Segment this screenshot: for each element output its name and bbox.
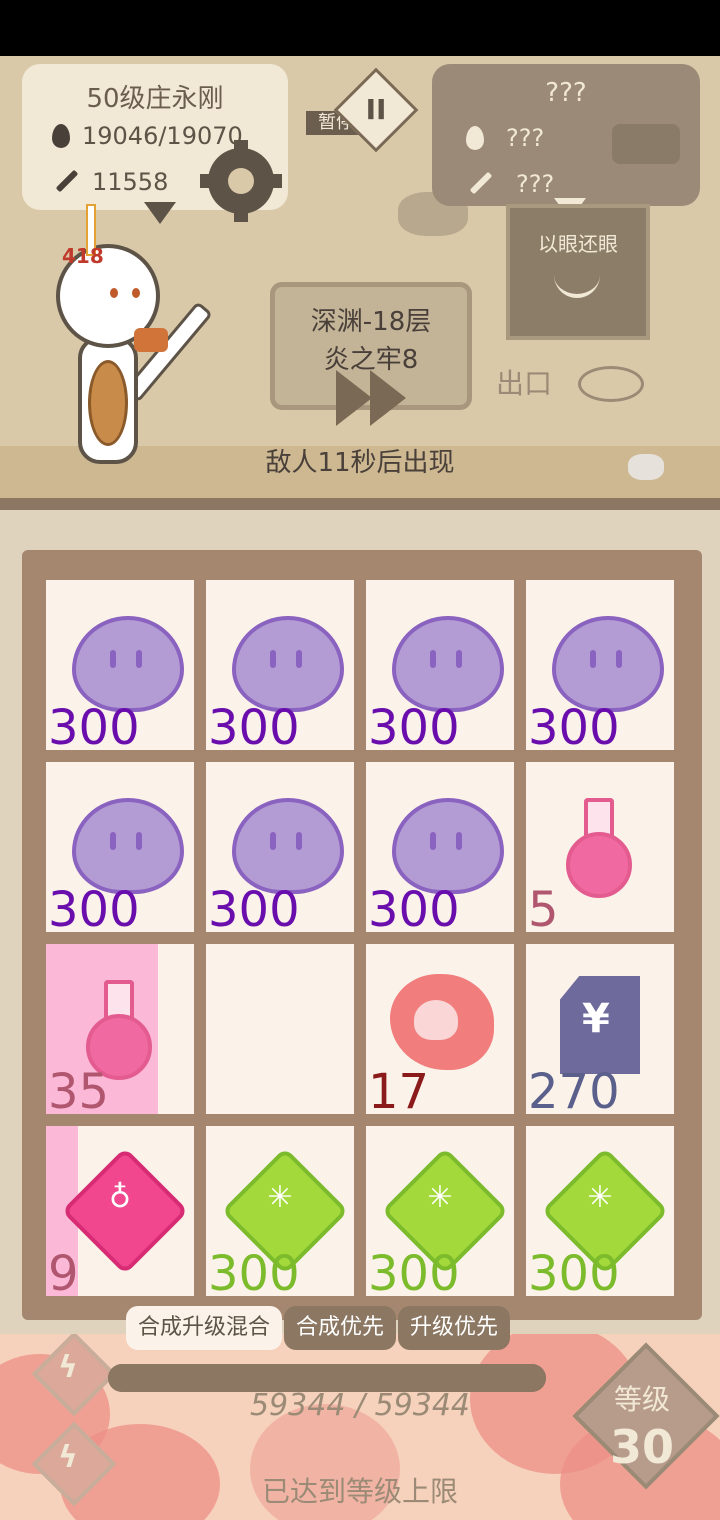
mode-tab-1[interactable]: 合成优先	[284, 1306, 397, 1350]
grid-cell[interactable]: 300	[206, 762, 354, 932]
grid-cell[interactable]: 300	[46, 580, 194, 750]
cell-value: 300	[368, 882, 460, 932]
cell-value: 300	[528, 700, 620, 750]
cell-value: 35	[48, 1064, 110, 1114]
mode-tab-2[interactable]: 升级优先	[398, 1306, 511, 1350]
grid-cell[interactable]: 300	[366, 580, 514, 750]
grid-cell[interactable]	[206, 944, 354, 1114]
slime-icon	[72, 798, 184, 894]
grid-cell[interactable]: ✳ 300	[206, 1126, 354, 1296]
slime-icon	[72, 616, 184, 712]
cell-value: 270	[528, 1064, 620, 1114]
level-panel: ϟ ϟ 59344 / 59344 等级 30 已达到等级上限	[0, 1334, 720, 1520]
fast-forward-icon	[336, 370, 372, 426]
enemy-title: ???	[545, 78, 587, 108]
grid-cell[interactable]: ✳ 300	[366, 1126, 514, 1296]
slime-icon	[232, 798, 344, 894]
mode-tabs: 合成升级混合 合成优先 升级优先	[126, 1306, 511, 1350]
enemy-portrait-slot	[612, 124, 680, 164]
cell-value: 300	[48, 882, 140, 932]
cell-value: 300	[208, 882, 300, 932]
eye-for-eye-poster[interactable]: 以眼还眼	[506, 204, 650, 340]
blood-drop-icon	[466, 126, 484, 150]
grid-cell[interactable]: 300	[46, 762, 194, 932]
cell-value: 300	[528, 1246, 620, 1296]
level-value: 30	[609, 1420, 674, 1474]
grid-cell[interactable]: ¥270	[526, 944, 674, 1114]
level-label: 等级	[613, 1383, 670, 1416]
enemy-attack: ???	[516, 170, 555, 198]
grid-cell[interactable]: 35	[46, 944, 194, 1114]
cell-value: 17	[368, 1064, 430, 1114]
grid-cell[interactable]: ✳ 300	[526, 1126, 674, 1296]
hero-hp-number: 418	[62, 244, 104, 268]
battle-scene: 50级庄永刚 19046/19070 11558 暂停 II ??? ??? ?…	[0, 56, 720, 508]
cell-value: 300	[48, 700, 140, 750]
grid-cell[interactable]: 17	[366, 944, 514, 1114]
grid-cell[interactable]: 300	[366, 762, 514, 932]
gear-icon[interactable]	[200, 140, 282, 222]
player-hp-row: 19046/19070	[52, 122, 243, 150]
slime-icon	[392, 616, 504, 712]
grid-cell[interactable]: 300	[206, 580, 354, 750]
fast-forward-button[interactable]	[330, 370, 420, 430]
slime-icon	[232, 616, 344, 712]
exit-label: 出口	[496, 367, 553, 400]
floor-level: 深渊-18层	[310, 307, 432, 337]
merge-grid: 300 300 300 300 300 300 300 5 35 17 ¥270 ♁ 9 ✳ 300 ✳ 300…	[22, 550, 702, 1320]
cell-value: 9	[48, 1246, 79, 1296]
enemy-hp: ???	[506, 124, 545, 152]
closed-eye-icon	[554, 272, 600, 298]
player-attack-row: 11558	[52, 168, 168, 196]
sword-icon	[466, 170, 494, 198]
grid-cell[interactable]: 5	[526, 762, 674, 932]
cell-value: 300	[208, 1246, 300, 1296]
enemy-hp-row: ???	[466, 124, 544, 152]
slime-icon	[392, 798, 504, 894]
mode-tab-0[interactable]: 合成升级混合	[126, 1306, 283, 1350]
scene-divider	[0, 498, 720, 510]
pause-icon[interactable]: II	[360, 94, 392, 126]
sword-icon	[52, 168, 80, 196]
cell-value: 5	[528, 882, 559, 932]
player-hp: 19046/19070	[82, 122, 243, 150]
max-level-text: 已达到等级上限	[261, 1475, 458, 1508]
enemy-stats-card: ??? ??? ???	[432, 64, 700, 206]
cell-value: 300	[368, 700, 460, 750]
grid-cell[interactable]: ♁ 9	[46, 1126, 194, 1296]
grid-cell[interactable]: 300	[526, 580, 674, 750]
enemy-attack-row: ???	[466, 170, 554, 198]
slime-icon	[552, 616, 664, 712]
poster-label: 以眼还眼	[538, 232, 618, 256]
cell-value: 300	[208, 700, 300, 750]
player-attack: 11558	[92, 168, 169, 196]
blood-drop-icon	[52, 124, 70, 148]
skull-icon	[414, 1000, 458, 1040]
hero-shield	[88, 360, 128, 446]
cell-value: 300	[368, 1246, 460, 1296]
exit-arrow-icon	[578, 366, 644, 402]
player-title: 50级庄永刚	[86, 84, 224, 114]
